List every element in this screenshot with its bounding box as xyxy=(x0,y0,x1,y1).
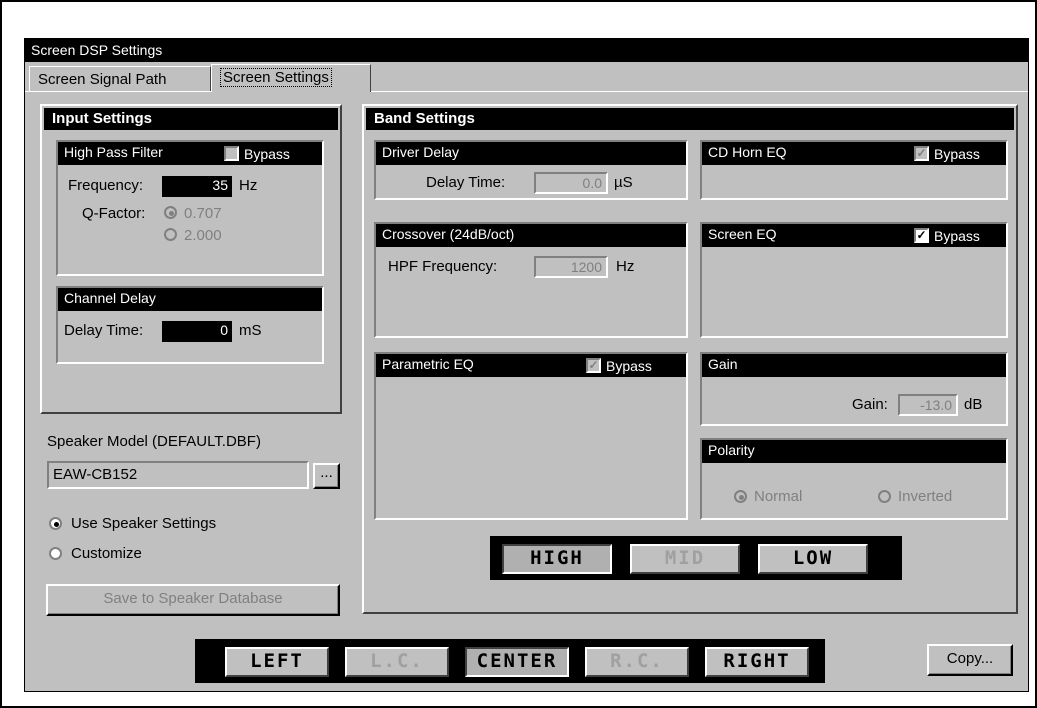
band-settings-panel: Band Settings Driver Delay Delay Time: 0… xyxy=(362,104,1018,614)
driver-delay-label: Delay Time: xyxy=(426,174,506,191)
tab-divider xyxy=(25,91,211,92)
cd-horn-eq-bypass-label: Bypass xyxy=(934,146,980,162)
screen-eq-bypass-checkbox[interactable]: ✓ xyxy=(914,228,929,243)
hpf-frequency-unit: Hz xyxy=(616,258,635,275)
customize-label: Customize xyxy=(71,545,142,562)
q-2000-radio[interactable] xyxy=(164,228,177,241)
channel-delay-title: Channel Delay xyxy=(58,288,322,311)
channel-delay-group: Channel Delay Delay Time: 0 mS xyxy=(56,286,324,364)
parametric-eq-bypass-label: Bypass xyxy=(606,358,652,374)
gain-label: Gain: xyxy=(852,396,888,413)
polarity-inverted-radio[interactable] xyxy=(878,490,891,503)
screen-eq-group: Screen EQ ✓ Bypass xyxy=(700,222,1008,338)
polarity-title: Polarity xyxy=(702,440,1006,463)
driver-delay-input[interactable]: 0.0 xyxy=(534,172,608,194)
gain-title: Gain xyxy=(702,354,1006,377)
polarity-group: Polarity Normal Inverted xyxy=(700,438,1008,520)
gain-unit: dB xyxy=(964,396,983,413)
driver-delay-title: Driver Delay xyxy=(376,142,686,165)
q-2000-label: 2.000 xyxy=(184,227,222,244)
tab-screen-signal-path[interactable]: Screen Signal Path xyxy=(29,66,211,92)
customize-radio[interactable] xyxy=(49,547,62,560)
high-pass-filter-title: High Pass Filter xyxy=(64,144,163,160)
polarity-normal-radio[interactable] xyxy=(734,490,747,503)
parametric-eq-bypass-checkbox[interactable]: ✓ xyxy=(586,358,601,373)
hpf-frequency-label: HPF Frequency: xyxy=(388,258,498,275)
driver-delay-unit: µS xyxy=(614,174,633,191)
speaker-model-field[interactable]: EAW-CB152 xyxy=(47,461,309,489)
channel-right-button[interactable]: RIGHT xyxy=(705,647,809,677)
crossover-group: Crossover (24dB/oct) HPF Frequency: 1200… xyxy=(374,222,688,338)
screen-eq-bypass-label: Bypass xyxy=(934,228,980,244)
driver-delay-group: Driver Delay Delay Time: 0.0 µS xyxy=(374,140,688,200)
frequency-label: Frequency: xyxy=(68,177,144,194)
band-mid-button[interactable]: MID xyxy=(630,544,740,574)
cd-horn-eq-bypass-checkbox[interactable]: ✓ xyxy=(914,146,929,161)
browse-speaker-button[interactable]: ... xyxy=(313,463,340,489)
band-high-button[interactable]: HIGH xyxy=(502,544,612,574)
channel-center-button[interactable]: CENTER xyxy=(465,647,569,677)
channel-left-button[interactable]: LEFT xyxy=(225,647,329,677)
band-settings-title: Band Settings xyxy=(366,108,1014,130)
channel-delay-unit: mS xyxy=(239,322,262,339)
q-factor-label: Q-Factor: xyxy=(82,205,146,222)
channel-lc-button[interactable]: L.C. xyxy=(345,647,449,677)
q-0707-radio[interactable] xyxy=(164,206,177,219)
frequency-unit: Hz xyxy=(239,177,258,194)
channel-delay-label: Delay Time: xyxy=(64,322,144,339)
tab-divider xyxy=(371,91,1028,92)
copy-button[interactable]: Copy... xyxy=(927,644,1013,676)
window-title: Screen DSP Settings xyxy=(25,39,1028,62)
band-low-button[interactable]: LOW xyxy=(758,544,868,574)
polarity-normal-label: Normal xyxy=(754,488,803,505)
use-speaker-settings-radio[interactable] xyxy=(49,517,62,530)
channel-rc-button[interactable]: R.C. xyxy=(585,647,689,677)
tab-label: Screen Signal Path xyxy=(38,71,167,88)
tab-label: Screen Settings xyxy=(220,68,332,87)
polarity-inverted-label: Inverted xyxy=(898,488,953,505)
frequency-input[interactable]: 35 xyxy=(162,176,232,197)
crossover-title: Crossover (24dB/oct) xyxy=(376,224,686,247)
band-selector: HIGH MID LOW xyxy=(490,536,902,580)
hpf-bypass-label: Bypass xyxy=(244,146,290,162)
cd-horn-eq-group: CD Horn EQ ✓ Bypass xyxy=(700,140,1008,200)
high-pass-filter-group: High Pass Filter Bypass Frequency: 35 Hz… xyxy=(56,140,324,276)
hpf-bypass-checkbox[interactable] xyxy=(224,146,239,161)
use-speaker-settings-label: Use Speaker Settings xyxy=(71,515,217,532)
input-settings-panel: Input Settings High Pass Filter Bypass F… xyxy=(40,104,342,414)
channel-delay-input[interactable]: 0 xyxy=(162,321,232,342)
gain-group: Gain Gain: -13.0 dB xyxy=(700,352,1008,426)
parametric-eq-group: Parametric EQ ✓ Bypass xyxy=(374,352,688,520)
hpf-frequency-input[interactable]: 1200 xyxy=(534,256,608,278)
tab-screen-settings[interactable]: Screen Settings xyxy=(211,64,371,92)
gain-input[interactable]: -13.0 xyxy=(898,394,958,416)
dsp-settings-window: Screen DSP Settings Screen Signal Path S… xyxy=(24,38,1029,692)
save-to-speaker-database-button[interactable]: Save to Speaker Database xyxy=(46,584,340,616)
input-settings-title: Input Settings xyxy=(44,108,338,130)
channel-selector: LEFT L.C. CENTER R.C. RIGHT xyxy=(195,639,825,683)
q-0707-label: 0.707 xyxy=(184,205,222,222)
speaker-model-label: Speaker Model (DEFAULT.DBF) xyxy=(47,433,261,450)
